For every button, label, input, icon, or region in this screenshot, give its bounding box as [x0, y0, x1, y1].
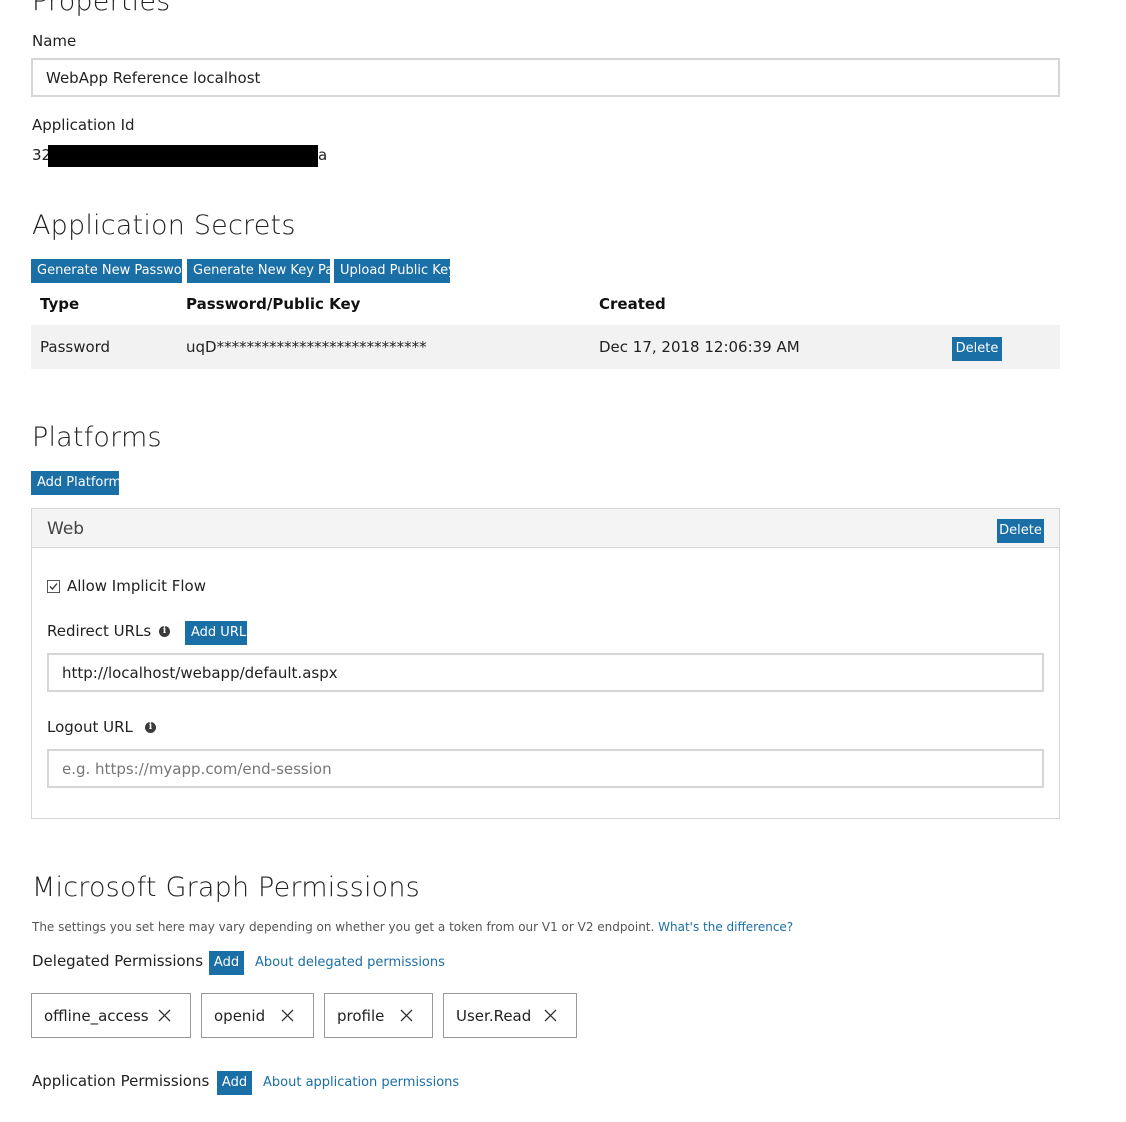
allow-implicit-flow-label: Allow Implicit Flow: [67, 577, 207, 595]
web-platform-title: Web: [47, 519, 85, 539]
permission-chip-label: offline_access: [44, 1006, 149, 1025]
info-icon: i: [159, 626, 170, 637]
column-header-created: Created: [599, 295, 666, 313]
graph-permissions-title: Microsoft Graph Permissions: [32, 872, 420, 903]
close-icon[interactable]: [399, 1008, 414, 1023]
logout-url-label: Logout URL: [47, 718, 133, 736]
permission-chip-profile: profile: [324, 993, 433, 1038]
permission-chip-openid: openid: [201, 993, 314, 1038]
column-header-type: Type: [40, 295, 80, 313]
name-input[interactable]: WebApp Reference localhost: [31, 58, 1060, 97]
row-key: uqD****************************: [186, 338, 427, 356]
name-label: Name: [32, 32, 77, 50]
application-id-suffix: a: [318, 146, 328, 164]
add-platform-button[interactable]: Add Platform: [31, 471, 121, 495]
application-id-label: Application Id: [32, 116, 135, 134]
permission-chip-label: openid: [214, 1006, 266, 1025]
permission-chip-label: User.Read: [456, 1006, 532, 1025]
permission-chip-offline-access: offline_access: [31, 993, 191, 1038]
add-application-permission-button[interactable]: Add: [217, 1071, 252, 1095]
close-icon[interactable]: [543, 1008, 558, 1023]
about-delegated-permissions-link[interactable]: About delegated permissions: [255, 955, 445, 970]
generate-new-password-button[interactable]: Generate New Password: [31, 259, 195, 283]
delete-platform-button[interactable]: Delete: [997, 519, 1044, 543]
add-url-button[interactable]: Add URL: [185, 621, 247, 645]
delegated-permissions-label: Delegated Permissions: [32, 952, 204, 970]
allow-implicit-flow-checkbox[interactable]: [47, 580, 60, 593]
web-platform-header: Web Delete: [32, 509, 1059, 548]
upload-public-key-button[interactable]: Upload Public Key: [334, 259, 456, 283]
add-delegated-permission-button[interactable]: Add: [209, 951, 244, 975]
graph-permissions-note: The settings you set here may vary depen…: [32, 920, 793, 934]
application-secrets-title: Application Secrets: [32, 210, 296, 241]
graph-note-text: The settings you set here may vary depen…: [32, 920, 655, 934]
permission-chip-user-read: User.Read: [443, 993, 577, 1038]
row-created: Dec 17, 2018 12:06:39 AM: [599, 338, 800, 356]
application-id-redaction: [48, 145, 318, 167]
platforms-title: Platforms: [32, 422, 162, 453]
permission-chip-label: profile: [337, 1006, 385, 1025]
close-icon[interactable]: [280, 1008, 295, 1023]
column-header-password-public-key: Password/Public Key: [186, 295, 361, 313]
application-permissions-label: Application Permissions: [32, 1072, 210, 1090]
info-icon: i: [145, 722, 156, 733]
checkbox-icon: [49, 583, 58, 590]
redirect-url-value: http://localhost/webapp/default.aspx: [62, 663, 338, 682]
redirect-urls-label: Redirect URLs: [47, 622, 152, 640]
properties-title: Properties: [32, 0, 171, 17]
delete-secret-button[interactable]: Delete: [952, 337, 1002, 361]
close-icon[interactable]: [157, 1008, 172, 1023]
row-type: Password: [40, 338, 111, 356]
table-row: Password uqD****************************…: [31, 325, 1060, 369]
logout-url-input[interactable]: e.g. https://myapp.com/end-session: [47, 749, 1044, 788]
redirect-url-input[interactable]: http://localhost/webapp/default.aspx: [47, 653, 1044, 692]
name-input-value: WebApp Reference localhost: [46, 68, 261, 87]
about-application-permissions-link[interactable]: About application permissions: [263, 1075, 459, 1090]
whats-the-difference-link[interactable]: What's the difference?: [658, 920, 793, 934]
logout-url-placeholder: e.g. https://myapp.com/end-session: [62, 759, 332, 778]
generate-new-key-pair-button[interactable]: Generate New Key Pair: [187, 259, 342, 283]
